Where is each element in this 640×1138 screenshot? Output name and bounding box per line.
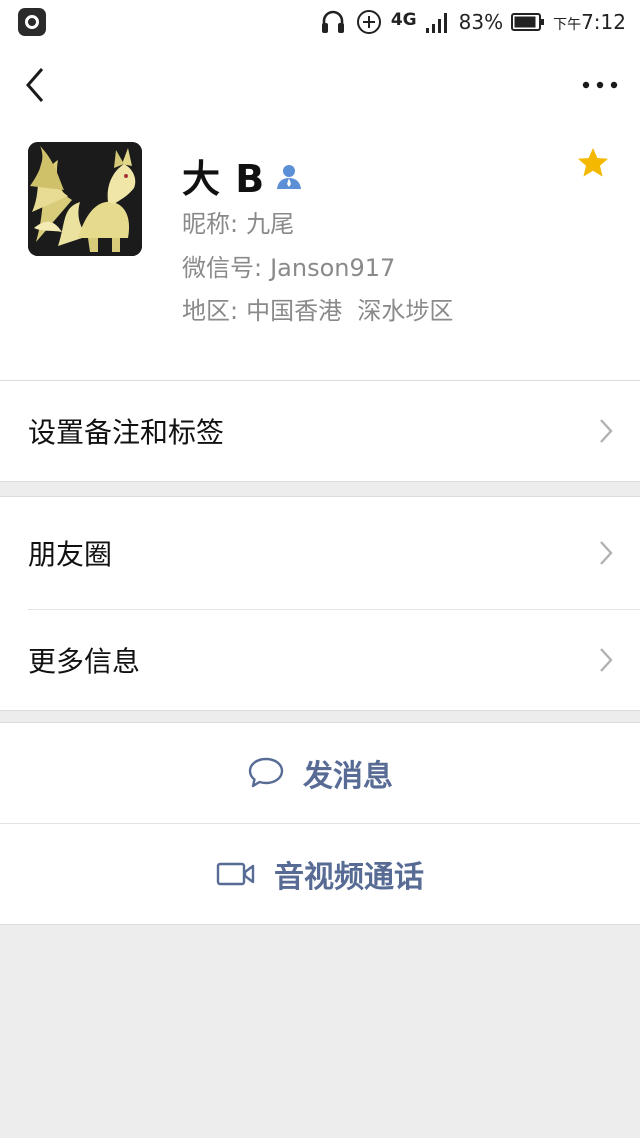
info-group: 朋友圈 更多信息 — [0, 496, 640, 711]
signal-icon — [425, 10, 451, 34]
nickname-label: 昵称: — [182, 210, 239, 238]
more-button[interactable] — [580, 70, 620, 100]
more-info-item[interactable]: 更多信息 — [0, 610, 640, 710]
remark-tags-label: 设置备注和标签 — [28, 416, 225, 449]
avatar[interactable] — [28, 142, 142, 256]
network-type: 4G — [390, 9, 417, 30]
remark-tags-item[interactable]: 设置备注和标签 — [0, 381, 640, 481]
region-line: 地区: 中国香港 深水埗区 — [182, 291, 453, 326]
wechat-id-label: 微信号: — [182, 254, 263, 282]
action-group: 发消息 音视频通话 — [0, 722, 640, 925]
star-favorite-button[interactable] — [576, 146, 610, 180]
moments-label: 朋友圈 — [28, 538, 113, 571]
status-icons: 4G 83% 下午7:12 — [319, 6, 626, 38]
ellipsis-icon — [582, 81, 618, 89]
app-icon — [18, 8, 46, 36]
name-row: 大 B — [182, 148, 303, 203]
chat-bubble-icon — [248, 757, 284, 788]
back-button[interactable] — [18, 62, 58, 108]
send-message-button[interactable]: 发消息 — [0, 723, 640, 823]
region-label: 地区: — [182, 297, 239, 325]
more-info-label: 更多信息 — [28, 645, 141, 678]
headset-icon — [319, 8, 347, 36]
region-value: 中国香港 深水埗区 — [246, 297, 454, 325]
wechat-id-value: Janson917 — [270, 254, 396, 282]
time-prefix: 下午 — [553, 17, 582, 33]
status-bar: 4G 83% 下午7:12 — [0, 0, 640, 44]
remark-group: 设置备注和标签 — [0, 380, 640, 482]
nickname-value: 九尾 — [246, 210, 295, 238]
contact-person-icon — [277, 164, 302, 189]
video-camera-icon — [216, 862, 255, 886]
send-message-label: 发消息 — [303, 759, 393, 794]
profile-card: 大 B 昵称: 九尾 微信号: Janson917 地区: 中国香港 深水埗区 — [0, 128, 640, 380]
clock: 下午7:12 — [553, 10, 626, 34]
moments-item[interactable]: 朋友圈 — [0, 497, 640, 609]
chevron-left-icon — [26, 68, 44, 102]
star-icon — [578, 148, 608, 177]
plus-circle-icon — [355, 8, 383, 36]
avatar-image — [28, 142, 142, 256]
contact-name: 大 B — [182, 157, 266, 201]
chevron-right-icon — [600, 419, 613, 443]
chevron-right-icon — [600, 541, 613, 565]
video-call-button[interactable]: 音视频通话 — [0, 824, 640, 924]
time-value: 7:12 — [581, 10, 626, 34]
battery-percent: 83% — [458, 10, 504, 34]
battery-icon — [511, 12, 545, 32]
chevron-right-icon — [600, 648, 613, 672]
top-nav — [0, 44, 640, 128]
nickname-line: 昵称: 九尾 — [182, 204, 294, 239]
wechat-id-line[interactable]: 微信号: Janson917 — [182, 248, 395, 283]
video-call-label: 音视频通话 — [274, 860, 424, 895]
